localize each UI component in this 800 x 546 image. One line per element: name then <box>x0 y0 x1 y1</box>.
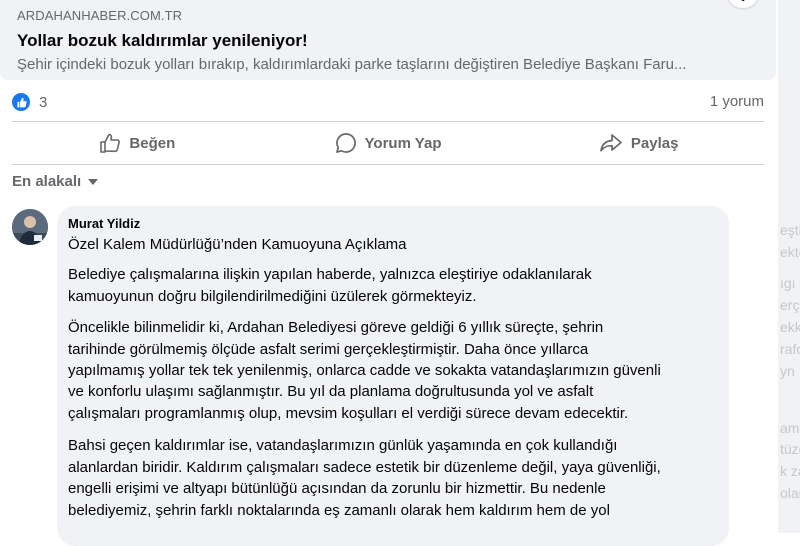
avatar[interactable] <box>12 209 48 245</box>
comment-line: belediyemiz, şehrin farklı noktalarında … <box>68 502 610 519</box>
background-text: eştir <box>780 222 800 238</box>
reaction-count: 3 <box>39 93 48 111</box>
background-text: tüze <box>780 441 800 457</box>
ellipsis-icon[interactable]: • <box>728 0 758 8</box>
comment-line: kamuoyunun doğru bilgilendirilmediğini ü… <box>68 288 477 305</box>
comment-button[interactable]: Yorum Yap <box>263 122 514 164</box>
action-bar: Beğen Yorum Yap Paylaş <box>12 122 764 164</box>
comment-line: çalışmaları programlanmış olup, mevsim k… <box>68 405 629 422</box>
comment-line: engelli erişimi ve altyapı bütünlüğü açı… <box>68 480 606 497</box>
caret-down-icon <box>88 178 99 185</box>
background-text: k za <box>780 463 800 479</box>
comment-button-label: Yorum Yap <box>364 134 442 152</box>
divider <box>12 164 764 165</box>
comment-line: Öncelikle bilinmelidir ki, Ardahan Beled… <box>68 319 604 336</box>
comment-line: alanlardan biridir. Kaldırım çalışmaları… <box>68 459 661 476</box>
comment-line: tarihinde görülmemiş ölçüde asfalt serim… <box>68 341 589 358</box>
background-text: amı <box>780 420 800 436</box>
background-text: ıgı 6 <box>780 275 800 291</box>
comment-line: yapılmamış yollar tek tek yenilenmiş, on… <box>68 362 661 379</box>
like-button-label: Beğen <box>129 134 176 152</box>
like-icon <box>12 93 30 111</box>
comment-line: ve konforlu ulaşımı sağlanmıştır. Bu yıl… <box>68 383 594 400</box>
comment-sort-dropdown[interactable]: En alakalı <box>12 173 99 190</box>
background-text: erçe <box>780 297 800 313</box>
link-preview-card[interactable]: ARDAHANHABER.COM.TR Yollar bozuk kaldırı… <box>0 0 776 80</box>
like-button[interactable]: Beğen <box>12 122 263 164</box>
background-text: yn <box>780 363 795 379</box>
comment-icon <box>335 133 356 153</box>
share-button[interactable]: Paylaş <box>513 122 764 164</box>
share-icon <box>600 134 622 152</box>
comments-count[interactable]: 1 yorum <box>710 93 764 110</box>
link-description: Şehir içindeki bozuk yolları bırakıp, ka… <box>17 56 687 73</box>
sort-label: En alakalı <box>12 173 82 190</box>
comment-line: Belediye çalışmalarına ilişkin yapılan h… <box>68 266 592 283</box>
comment-line: Bahsi geçen kaldırımlar ise, vatandaşlar… <box>68 437 618 454</box>
link-domain: ARDAHANHABER.COM.TR <box>17 8 183 23</box>
link-title[interactable]: Yollar bozuk kaldırımlar yenileniyor! <box>17 31 308 51</box>
background-text: rafo <box>780 341 800 357</box>
background-text: ekte <box>780 244 800 260</box>
background-text: olar <box>780 485 800 501</box>
comment-bubble: Murat Yildiz Özel Kalem Müdürlüğü’nden K… <box>57 206 729 546</box>
facebook-post: ARDAHANHABER.COM.TR Yollar bozuk kaldırı… <box>0 0 778 546</box>
background-text: ekk <box>780 319 800 335</box>
comment-line: Özel Kalem Müdürlüğü’nden Kamuoyuna Açık… <box>68 236 407 253</box>
thumbs-up-icon <box>100 133 121 153</box>
background-page-overlay: eştir ekte ıgı 6 erçe ekk rafo yn amı tü… <box>778 0 800 533</box>
reactions-summary[interactable]: 3 <box>12 92 47 112</box>
share-button-label: Paylaş <box>630 134 679 152</box>
comment-author[interactable]: Murat Yildiz <box>68 216 140 231</box>
